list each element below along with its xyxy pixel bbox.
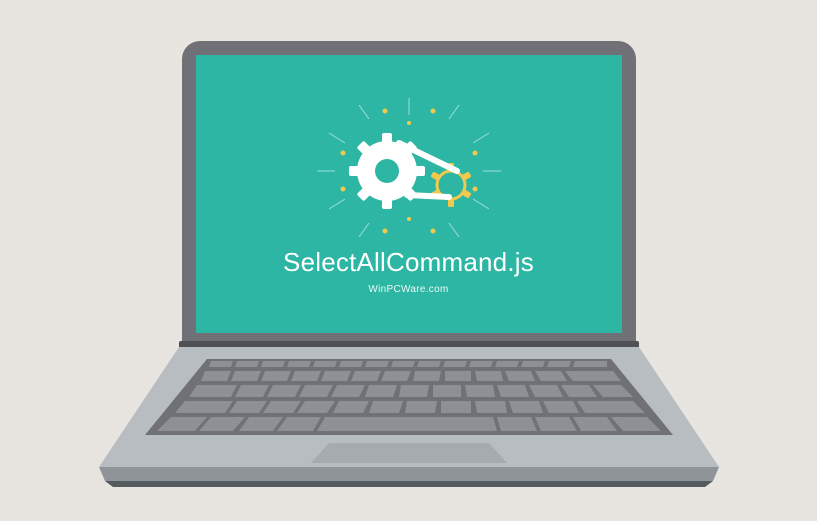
laptop-base — [99, 347, 719, 497]
site-watermark: WinPCWare.com — [368, 284, 448, 295]
trackpad-icon — [311, 443, 507, 463]
gears-with-belt-icon — [299, 93, 519, 243]
laptop-screen: SelectAllCommand.js WinPCWare.com — [196, 55, 622, 333]
laptop-illustration: SelectAllCommand.js WinPCWare.com — [99, 41, 719, 481]
laptop-lid: SelectAllCommand.js WinPCWare.com — [182, 41, 636, 347]
filename-text: SelectAllCommand.js — [283, 247, 534, 278]
